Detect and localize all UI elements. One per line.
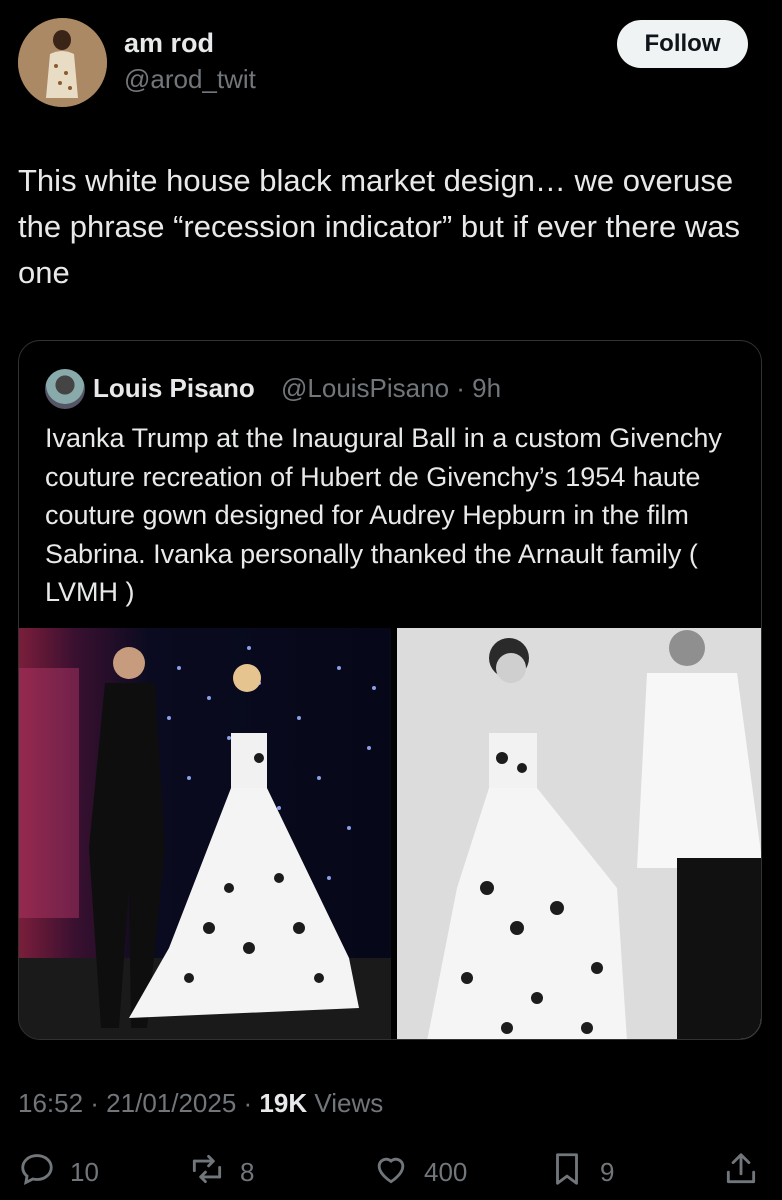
quoted-photo-sabrina[interactable] bbox=[397, 628, 761, 1039]
repost-count: 8 bbox=[240, 1156, 255, 1187]
repost-button[interactable]: 8 bbox=[188, 1150, 254, 1194]
share-icon bbox=[722, 1150, 760, 1195]
reply-count: 10 bbox=[70, 1156, 99, 1187]
share-button[interactable] bbox=[722, 1150, 760, 1194]
tweet-timestamp[interactable]: 16:52 · 21/01/2025 · bbox=[18, 1088, 259, 1118]
quoted-tweet-card[interactable]: Louis Pisano @LouisPisano · 9h Ivanka Tr… bbox=[18, 340, 762, 1040]
like-button[interactable]: 400 bbox=[372, 1150, 467, 1194]
repost-icon bbox=[188, 1150, 226, 1195]
bookmark-count: 9 bbox=[600, 1156, 615, 1187]
like-icon bbox=[372, 1150, 410, 1195]
quoted-author-name[interactable]: Louis Pisano bbox=[93, 373, 255, 404]
reply-icon bbox=[18, 1150, 56, 1195]
author-avatar[interactable] bbox=[18, 18, 107, 107]
quoted-photo-inaugural-ball[interactable] bbox=[19, 628, 391, 1039]
bookmark-button[interactable]: 9 bbox=[548, 1150, 614, 1194]
views-label: Views bbox=[307, 1088, 384, 1118]
quoted-author-handle-time: @LouisPisano · 9h bbox=[281, 373, 502, 403]
reply-button[interactable]: 10 bbox=[18, 1150, 99, 1194]
quoted-tweet-text: Ivanka Trump at the Inaugural Ball in a … bbox=[45, 423, 722, 607]
tweet-text: This white house black market design… we… bbox=[18, 163, 740, 290]
author-name[interactable]: am rod bbox=[124, 28, 214, 59]
tweet-meta: 16:52 · 21/01/2025 · 19K Views bbox=[18, 1088, 383, 1119]
like-count: 400 bbox=[424, 1156, 468, 1187]
author-handle[interactable]: @arod_twit bbox=[124, 64, 256, 95]
views-count: 19K bbox=[259, 1088, 308, 1118]
quoted-author-avatar[interactable] bbox=[45, 369, 85, 409]
bookmark-icon bbox=[548, 1150, 586, 1195]
follow-button[interactable]: Follow bbox=[617, 20, 748, 68]
